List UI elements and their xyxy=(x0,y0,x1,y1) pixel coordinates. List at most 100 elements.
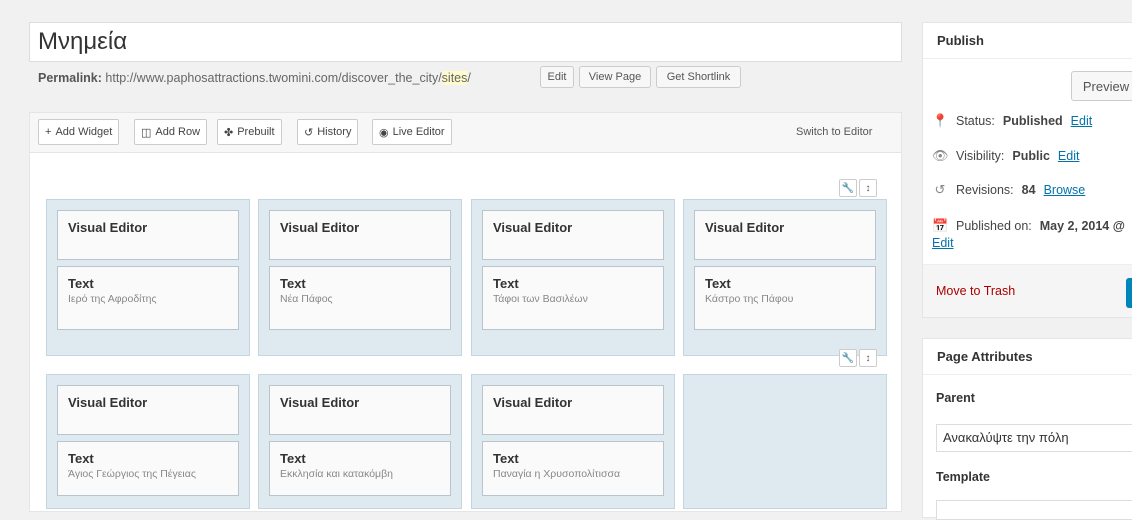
wrench-icon[interactable]: 🔧 xyxy=(839,179,857,197)
permalink-slug[interactable]: sites xyxy=(441,71,468,85)
history-button[interactable]: ↺ History xyxy=(297,119,359,145)
status-row: 📍 Status: Published Edit xyxy=(932,113,1092,129)
revisions-label: Revisions: xyxy=(956,183,1014,197)
switch-to-editor-link[interactable]: Switch to Editor xyxy=(796,126,872,138)
row1-cell4: Visual Editor Text Κάστρο της Πάφου xyxy=(683,199,887,356)
widget-text[interactable]: Text Παναγία η Χρυσοπολίτισσα xyxy=(482,441,664,496)
permalink-trailing: / xyxy=(467,71,471,85)
widget-title: Text xyxy=(68,451,94,466)
prebuilt-icon: ✤ xyxy=(224,126,234,139)
widget-text[interactable]: Text Νέα Πάφος xyxy=(269,266,451,330)
widget-text[interactable]: Text Ιερό της Αφροδίτης xyxy=(57,266,239,330)
widget-visual-editor[interactable]: Visual Editor xyxy=(269,385,451,435)
widget-title: Text xyxy=(280,276,306,291)
row2-cell2: Visual Editor Text Εκκλησία και κατακόμβη xyxy=(258,374,462,509)
permalink-url: http://www.paphosattractions.twomini.com… xyxy=(105,71,442,85)
eye-icon: 👁 xyxy=(932,148,949,163)
widget-visual-editor[interactable]: Visual Editor xyxy=(482,385,664,435)
widget-description: Παναγία η Χρυσοπολίτισσα xyxy=(493,468,621,480)
widget-title: Text xyxy=(705,276,731,291)
eye-icon: ◉ xyxy=(379,126,389,139)
wrench-icon[interactable]: 🔧 xyxy=(839,349,857,367)
published-on-row: 📅 Published on: May 2, 2014 @ xyxy=(932,218,1125,234)
widget-title: Visual Editor xyxy=(280,395,360,410)
view-page-button[interactable]: View Page xyxy=(579,66,651,88)
visibility-row: 👁 Visibility: Public Edit xyxy=(932,148,1079,164)
published-on-edit-row: Edit xyxy=(932,236,954,250)
widget-title: Text xyxy=(68,276,94,291)
move-icon[interactable]: ↕ xyxy=(859,349,877,367)
calendar-icon: 📅 xyxy=(932,218,949,233)
move-icon[interactable]: ↕ xyxy=(859,179,877,197)
widget-text[interactable]: Text Άγιος Γεώργιος της Πέγειας xyxy=(57,441,239,496)
widget-visual-editor[interactable]: Visual Editor xyxy=(694,210,876,260)
history-icon: ↺ xyxy=(304,126,314,139)
widget-title: Visual Editor xyxy=(68,395,148,410)
publish-heading: Publish xyxy=(923,23,1132,59)
parent-select[interactable]: Ανακαλύψτε την πόλη xyxy=(936,424,1132,452)
pin-icon: 📍 xyxy=(932,113,949,128)
widget-title: Visual Editor xyxy=(705,220,785,235)
update-button[interactable] xyxy=(1126,278,1132,308)
browse-link[interactable]: Browse xyxy=(1044,183,1086,197)
row-tools: 🔧 ↕ xyxy=(839,349,879,367)
preview-button[interactable]: Preview xyxy=(1071,71,1132,101)
visibility-edit-link[interactable]: Edit xyxy=(1058,149,1080,163)
widget-description: Τάφοι των Βασιλέων xyxy=(493,293,588,305)
widget-title: Text xyxy=(280,451,306,466)
live-editor-button[interactable]: ◉ Live Editor xyxy=(372,119,452,145)
widget-description: Ιερό της Αφροδίτης xyxy=(68,293,157,305)
row2-cell1: Visual Editor Text Άγιος Γεώργιος της Πέγ… xyxy=(46,374,250,509)
columns-icon: ◫ xyxy=(141,126,152,139)
template-select[interactable] xyxy=(936,500,1132,520)
add-widget-button[interactable]: + Add Widget xyxy=(38,119,120,145)
permalink: Permalink: http://www.paphosattractions.… xyxy=(38,67,471,89)
status-value: Published xyxy=(1002,114,1063,128)
history-icon: ↺ xyxy=(934,182,946,197)
parent-select-value: Ανακαλύψτε την πόλη xyxy=(943,430,1069,445)
live-editor-label: Live Editor xyxy=(392,126,445,138)
published-on-edit-link[interactable]: Edit xyxy=(932,236,954,250)
widget-title: Text xyxy=(493,451,519,466)
add-widget-label: Add Widget xyxy=(55,126,113,138)
permalink-label: Permalink: xyxy=(38,71,102,85)
widget-description: Νέα Πάφος xyxy=(280,293,333,305)
widget-visual-editor[interactable]: Visual Editor xyxy=(269,210,451,260)
widget-title: Visual Editor xyxy=(493,395,573,410)
template-label: Template xyxy=(936,470,990,484)
title-input[interactable]: Μνημεία xyxy=(29,22,902,62)
widget-text[interactable]: Text Κάστρο της Πάφου xyxy=(694,266,876,330)
prebuilt-label: Prebuilt xyxy=(237,126,275,138)
add-row-button[interactable]: ◫ Add Row xyxy=(134,119,208,145)
published-on-value: May 2, 2014 @ xyxy=(1039,219,1125,233)
widget-visual-editor[interactable]: Visual Editor xyxy=(482,210,664,260)
get-shortlink-button[interactable]: Get Shortlink xyxy=(656,66,741,88)
history-label: History xyxy=(317,126,352,138)
row1-cell2: Visual Editor Text Νέα Πάφος xyxy=(258,199,462,356)
widget-text[interactable]: Text Τάφοι των Βασιλέων xyxy=(482,266,664,330)
widget-title: Visual Editor xyxy=(68,220,148,235)
status-label: Status: xyxy=(956,114,995,128)
revisions-value: 84 xyxy=(1021,183,1036,197)
row2-cell4-empty[interactable] xyxy=(683,374,887,509)
revisions-row: ↺ Revisions: 84 Browse xyxy=(932,182,1086,198)
add-row-label: Add Row xyxy=(155,126,201,138)
row2-cell3: Visual Editor Text Παναγία η Χρυσοπολίτισ… xyxy=(471,374,675,509)
move-to-trash-link[interactable]: Move to Trash xyxy=(936,284,1015,298)
widget-visual-editor[interactable]: Visual Editor xyxy=(57,385,239,435)
widget-description: Κάστρο της Πάφου xyxy=(705,293,794,305)
widget-visual-editor[interactable]: Visual Editor xyxy=(57,210,239,260)
page-attributes-heading: Page Attributes xyxy=(923,339,1132,375)
visibility-label: Visibility: xyxy=(956,149,1005,163)
status-edit-link[interactable]: Edit xyxy=(1071,114,1093,128)
widget-text[interactable]: Text Εκκλησία και κατακόμβη xyxy=(269,441,451,496)
parent-label: Parent xyxy=(936,391,975,405)
visibility-value: Public xyxy=(1012,149,1050,163)
prebuilt-button[interactable]: ✤ Prebuilt xyxy=(217,119,282,145)
row1-cell1: Visual Editor Text Ιερό της Αφροδίτης xyxy=(46,199,250,356)
move-to-trash-label: Move to Trash xyxy=(936,284,1016,298)
permalink-edit-button[interactable]: Edit xyxy=(540,66,574,88)
widget-title: Text xyxy=(493,276,519,291)
published-on-label: Published on: xyxy=(956,219,1032,233)
row-tools: 🔧 ↕ xyxy=(839,179,879,197)
